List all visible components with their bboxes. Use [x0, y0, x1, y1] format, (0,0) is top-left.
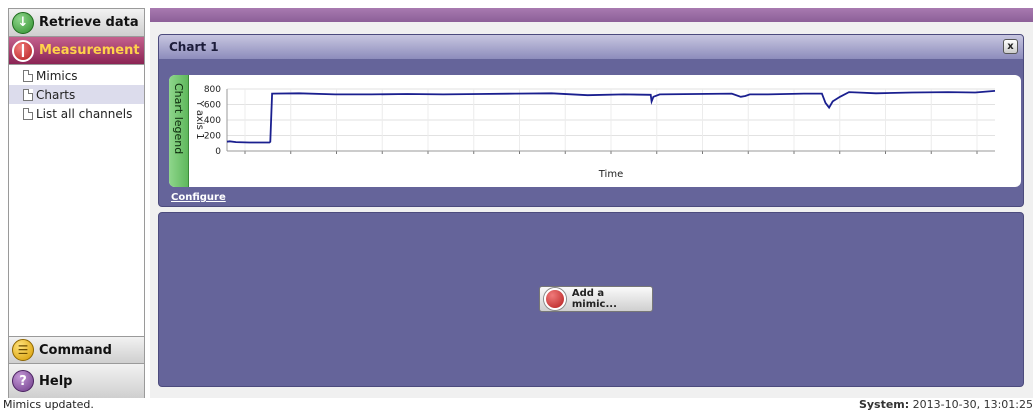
nav-help[interactable]: ? Help	[9, 364, 144, 398]
line-chart: 0 200 400 600 800 Y axis 1 Time	[194, 85, 996, 180]
nav-retrieve-data[interactable]: ↓ Retrieve data	[9, 9, 144, 37]
nav-measurement-label: Measurement	[39, 43, 140, 58]
download-arrow-icon: ↓	[12, 11, 34, 34]
system-status: System: 2013-10-30, 13:01:25	[859, 398, 1033, 411]
nav-command-label: Command	[39, 342, 112, 358]
status-message: Mimics updated.	[3, 398, 94, 411]
gauge-icon: ❙	[12, 39, 34, 62]
system-label: System:	[858, 398, 910, 411]
nav-command[interactable]: ☰ Command	[9, 336, 144, 364]
chart-legend-tab[interactable]: Chart legend	[169, 75, 189, 187]
mimic-panel: Add a mimic...	[158, 212, 1024, 387]
add-mimic-label: Add a mimic...	[571, 288, 617, 310]
sidebar: ↓ Retrieve data ❙ Measurement Mimics Cha…	[8, 8, 145, 398]
close-button[interactable]: x	[1003, 39, 1018, 54]
chart-area: Chart legend 0 200 400 600 800 Y axis 1 Time	[169, 75, 1021, 187]
x-axis-label: Time	[598, 169, 623, 180]
chart-legend-label: Chart legend	[172, 83, 185, 155]
chart-panel: Chart 1 x Chart legend 0 200 400 600 800 Y ax…	[158, 34, 1024, 207]
measurement-submenu: Mimics Charts List all channels	[9, 66, 144, 123]
y-tick-label: 600	[204, 101, 221, 111]
configure-link[interactable]: Configure	[171, 192, 226, 203]
chart-title: Chart 1	[169, 40, 219, 54]
document-icon	[23, 107, 33, 120]
top-bar	[150, 8, 1033, 22]
gauge-icon	[544, 288, 566, 310]
y-axis-label: Y axis 1	[194, 100, 205, 140]
sidebar-item-label: Mimics	[36, 68, 78, 83]
sidebar-item-label: Charts	[36, 87, 76, 102]
nav-retrieve-label: Retrieve data	[39, 15, 139, 30]
y-tick-label: 400	[204, 116, 221, 126]
document-icon	[23, 69, 33, 82]
app-window: ↓ Retrieve data ❙ Measurement Mimics Cha…	[0, 0, 1033, 411]
help-icon: ?	[12, 370, 34, 392]
sidebar-item-label: List all channels	[36, 106, 133, 121]
y-tick-label: 800	[204, 85, 221, 95]
nav-help-label: Help	[39, 373, 73, 389]
add-mimic-button[interactable]: Add a mimic...	[539, 286, 653, 312]
command-icon: ☰	[12, 339, 34, 361]
sidebar-item-charts[interactable]: Charts	[9, 85, 144, 104]
system-time: 2013-10-30, 13:01:25	[912, 398, 1033, 411]
y-tick-label: 0	[215, 147, 221, 157]
document-icon	[23, 88, 33, 101]
sidebar-item-mimics[interactable]: Mimics	[9, 66, 144, 85]
sidebar-item-list-all-channels[interactable]: List all channels	[9, 104, 144, 123]
chart-panel-header: Chart 1	[159, 35, 1023, 59]
nav-measurement[interactable]: ❙ Measurement	[9, 37, 144, 65]
main-content: Chart 1 x Chart legend 0 200 400 600 800 Y ax…	[150, 22, 1033, 398]
y-tick-label: 200	[204, 132, 221, 142]
